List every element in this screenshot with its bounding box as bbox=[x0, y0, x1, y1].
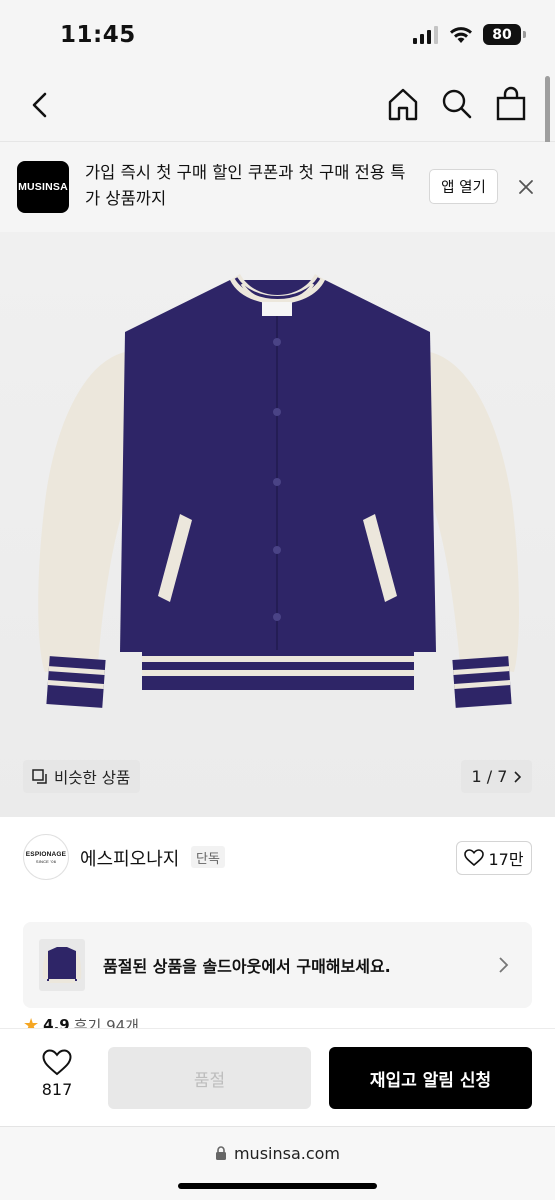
bottom-action-bar: 817 품절 재입고 알림 신청 bbox=[0, 1028, 555, 1126]
battery-level: 80 bbox=[492, 26, 512, 43]
home-icon[interactable] bbox=[387, 86, 419, 122]
exclusive-badge: 단독 bbox=[191, 846, 225, 868]
app-banner: MUSINSA 가입 즉시 첫 구매 할인 쿠폰과 첫 구매 전용 특가 상품까… bbox=[0, 142, 555, 232]
search-icon[interactable] bbox=[441, 86, 473, 122]
soldout-button: 품절 bbox=[108, 1047, 311, 1109]
wish-count: 817 bbox=[41, 1080, 73, 1099]
shopping-bag-icon[interactable] bbox=[495, 86, 527, 122]
chevron-right-icon bbox=[514, 770, 522, 783]
close-icon[interactable] bbox=[515, 176, 537, 198]
similar-products-button[interactable]: 비슷한 상품 bbox=[23, 760, 141, 793]
heart-icon bbox=[42, 1049, 72, 1076]
image-page-indicator[interactable]: 1 / 7 bbox=[461, 760, 532, 793]
battery-indicator: 80 bbox=[483, 24, 526, 45]
wifi-icon bbox=[450, 26, 472, 43]
copy-icon bbox=[32, 768, 47, 784]
musinsa-logo: MUSINSA bbox=[17, 161, 69, 213]
brand-logo-subtext: SINCE '06 bbox=[35, 858, 57, 864]
nav-actions bbox=[387, 86, 527, 122]
varsity-jacket-thumbnail bbox=[42, 947, 82, 983]
restock-alert-button[interactable]: 재입고 알림 신청 bbox=[329, 1047, 532, 1109]
home-indicator[interactable] bbox=[178, 1183, 377, 1189]
status-time: 11:45 bbox=[60, 22, 136, 48]
url-display[interactable]: musinsa.com bbox=[0, 1144, 555, 1163]
open-app-button[interactable]: 앱 열기 bbox=[429, 169, 498, 204]
url-text: musinsa.com bbox=[233, 1144, 341, 1163]
brand-name[interactable]: 에스피오나지 bbox=[80, 845, 179, 871]
varsity-jacket-image bbox=[38, 274, 519, 708]
status-icons: 80 bbox=[413, 24, 526, 45]
banner-text: 가입 즉시 첫 구매 할인 쿠폰과 첫 구매 전용 특가 상품까지 bbox=[85, 163, 406, 208]
similar-products-label: 비슷한 상품 bbox=[54, 768, 131, 787]
nav-bar bbox=[0, 70, 555, 142]
brand-like-count: 17만 bbox=[488, 850, 524, 869]
soldout-promo-card[interactable]: 품절된 상품을 솔드아웃에서 구매해보세요. bbox=[23, 922, 532, 1008]
wishlist-button[interactable]: 817 bbox=[22, 1049, 92, 1109]
page-indicator-text: 1 / 7 bbox=[471, 767, 508, 786]
product-image-carousel[interactable]: 비슷한 상품 1 / 7 bbox=[0, 232, 555, 817]
brand-row: ESPIONAGE SINCE '06 에스피오나지 단독 17만 bbox=[0, 817, 555, 897]
signal-icon bbox=[413, 25, 438, 44]
browser-url-bar[interactable]: musinsa.com bbox=[0, 1126, 555, 1200]
chevron-right-icon bbox=[499, 957, 509, 973]
battery-nub bbox=[523, 31, 526, 38]
chevron-left-icon[interactable] bbox=[26, 88, 56, 122]
soldout-promo-text: 품절된 상품을 솔드아웃에서 구매해보세요. bbox=[103, 957, 391, 976]
status-bar: 11:45 80 bbox=[0, 0, 555, 70]
product-thumbnail bbox=[39, 939, 85, 991]
lock-icon bbox=[215, 1146, 226, 1160]
brand-logo[interactable]: ESPIONAGE SINCE '06 bbox=[23, 834, 69, 880]
brand-logo-text: ESPIONAGE bbox=[25, 850, 67, 858]
brand-like-button[interactable]: 17만 bbox=[456, 841, 532, 875]
heart-icon bbox=[464, 849, 485, 867]
